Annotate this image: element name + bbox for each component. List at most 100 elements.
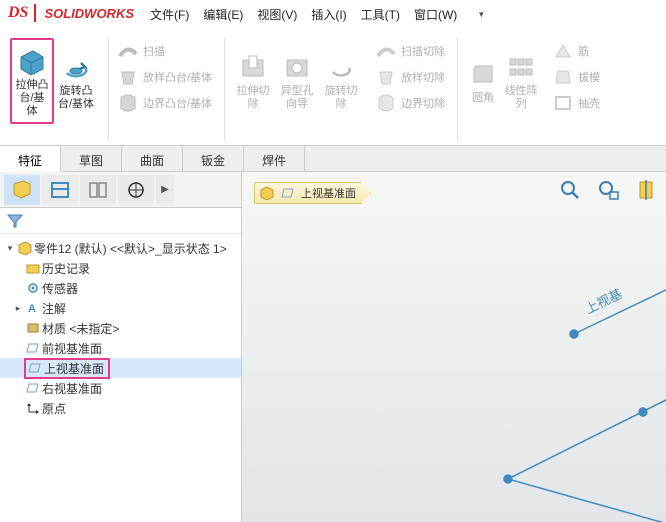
- folder-icon: [24, 260, 42, 276]
- boundary-label: 边界凸台/基体: [143, 98, 212, 111]
- rib-label: 筋: [578, 46, 589, 59]
- filter-icon[interactable]: [6, 213, 24, 229]
- tree-item-right-plane[interactable]: 右视基准面: [0, 378, 241, 398]
- menu-file[interactable]: 文件(F): [150, 6, 189, 23]
- collapse-icon[interactable]: ▾: [4, 243, 16, 254]
- panel-tab-more[interactable]: ▶: [156, 175, 174, 205]
- extrude-label: 拉伸凸台/基体: [14, 79, 50, 118]
- cut-extrude-button[interactable]: 拉伸切除: [231, 38, 275, 124]
- sweep-button[interactable]: 扫描: [115, 38, 167, 64]
- svg-text:A: A: [28, 303, 36, 314]
- panel-tab-property[interactable]: [42, 175, 78, 205]
- loft-button[interactable]: 放样凸台/基体: [115, 64, 214, 90]
- tree-root[interactable]: ▾ 零件12 (默认) <<默认>_显示状态 1>: [0, 238, 241, 258]
- hole-icon: [281, 51, 313, 83]
- sensor-icon: [24, 280, 42, 296]
- menu-insert[interactable]: 插入(I): [311, 6, 346, 23]
- selected-plane-graphic: 上视基: [248, 194, 666, 522]
- main-area: ▶ ▾ 零件12 (默认) <<默认>_显示状态 1> 历史记录 传感器: [0, 172, 666, 522]
- cut-revolve-icon: [325, 51, 357, 83]
- tree-item-annotations[interactable]: ▸ A 注解: [0, 298, 241, 318]
- graphics-viewport[interactable]: 上视基准面 上视基: [242, 172, 666, 522]
- config-icon: [87, 180, 109, 200]
- pattern-label: 线性阵列: [504, 85, 538, 111]
- extrude-boss-button[interactable]: 拉伸凸台/基体: [10, 38, 54, 124]
- menu-window[interactable]: 窗口(W): [414, 6, 457, 23]
- menu-dropdown-icon[interactable]: ▼: [477, 10, 485, 19]
- tab-sketch[interactable]: 草图: [61, 146, 122, 171]
- menu-view[interactable]: 视图(V): [257, 6, 297, 23]
- featuretree-icon: [11, 180, 33, 200]
- tree-label: 历史记录: [42, 260, 90, 277]
- hole-label: 异型孔向导: [277, 85, 317, 111]
- cut-sweep-icon: [375, 40, 397, 62]
- tree-label: 注解: [42, 300, 66, 317]
- tab-sheetmetal[interactable]: 钣金: [183, 146, 244, 171]
- cut-loft-button[interactable]: 放样切除: [373, 64, 447, 90]
- tab-surface[interactable]: 曲面: [122, 146, 183, 171]
- cut-boundary-icon: [375, 92, 397, 114]
- cut-loft-icon: [375, 66, 397, 88]
- menu-edit[interactable]: 编辑(E): [203, 6, 243, 23]
- tree-item-origin[interactable]: 原点: [0, 398, 241, 418]
- tree-item-top-plane[interactable]: 上视基准面: [0, 358, 241, 378]
- linear-pattern-button[interactable]: 线性阵列: [502, 38, 540, 124]
- fillet-icon: [467, 58, 499, 90]
- tree-label: 材质 <未指定>: [42, 320, 119, 337]
- fillet-button[interactable]: 圆角: [464, 38, 502, 124]
- rib-icon: [552, 40, 574, 62]
- annotation-icon: A: [24, 300, 42, 316]
- fillet-label: 圆角: [472, 92, 494, 105]
- command-manager-tabs: 特征 草图 曲面 钣金 焊件: [0, 146, 666, 172]
- property-icon: [49, 180, 71, 200]
- chevron-right-icon: ▶: [161, 184, 169, 195]
- pattern-icon: [505, 51, 537, 83]
- rib-button[interactable]: 筋: [550, 38, 591, 64]
- cut-boundary-button[interactable]: 边界切除: [373, 90, 447, 116]
- boundary-button[interactable]: 边界凸台/基体: [115, 90, 214, 116]
- shell-button[interactable]: 抽壳: [550, 90, 602, 116]
- cut-revolve-button[interactable]: 旋转切除: [319, 38, 363, 124]
- tab-features[interactable]: 特征: [0, 146, 61, 172]
- tree-item-front-plane[interactable]: 前视基准面: [0, 338, 241, 358]
- loft-icon: [117, 66, 139, 88]
- hole-wizard-button[interactable]: 异型孔向导: [275, 38, 319, 124]
- feature-manager-panel: ▶ ▾ 零件12 (默认) <<默认>_显示状态 1> 历史记录 传感器: [0, 172, 242, 522]
- tree-item-sensors[interactable]: 传感器: [0, 278, 241, 298]
- panel-tab-dimxpert[interactable]: [118, 175, 154, 205]
- cut-extrude-label: 拉伸切除: [233, 85, 273, 111]
- panel-tab-featuretree[interactable]: [4, 175, 40, 205]
- menu-bar: 文件(F) 编辑(E) 视图(V) 插入(I) 工具(T) 窗口(W) ▼: [0, 3, 485, 25]
- draft-label: 拔模: [578, 72, 600, 85]
- menu-tools[interactable]: 工具(T): [361, 6, 400, 23]
- cut-sweep-button[interactable]: 扫描切除: [373, 38, 447, 64]
- tree-label: 原点: [42, 400, 66, 417]
- draft-button[interactable]: 拔模: [550, 64, 602, 90]
- draft-icon: [552, 66, 574, 88]
- shell-icon: [552, 92, 574, 114]
- cut-sweep-label: 扫描切除: [401, 46, 445, 59]
- ribbon: 拉伸凸台/基体 旋转凸台/基体 扫描 放样凸台/基体 边界凸台/基体 拉伸切除: [0, 26, 666, 146]
- boundary-icon: [117, 92, 139, 114]
- tree-item-history[interactable]: 历史记录: [0, 258, 241, 278]
- part-icon: [16, 240, 34, 256]
- cut-extrude-icon: [237, 51, 269, 83]
- plane-icon: [24, 340, 42, 356]
- loft-label: 放样凸台/基体: [143, 72, 212, 85]
- revolve-boss-button[interactable]: 旋转凸台/基体: [54, 38, 98, 124]
- tree-label: 传感器: [42, 280, 78, 297]
- tab-weldment[interactable]: 焊件: [244, 146, 305, 171]
- shell-label: 抽壳: [578, 98, 600, 111]
- tree-item-material[interactable]: 材质 <未指定>: [0, 318, 241, 338]
- panel-tab-config[interactable]: [80, 175, 116, 205]
- tree-root-label: 零件12 (默认) <<默认>_显示状态 1>: [34, 240, 227, 257]
- revolve-icon: [60, 51, 92, 83]
- material-icon: [24, 320, 42, 336]
- expand-icon[interactable]: ▸: [12, 303, 24, 314]
- cut-loft-label: 放样切除: [401, 72, 445, 85]
- extrude-icon: [16, 45, 48, 77]
- panel-header-tabs: ▶: [0, 172, 241, 208]
- cut-revolve-label: 旋转切除: [321, 85, 361, 111]
- dimxpert-icon: [125, 180, 147, 200]
- plane-icon: [26, 360, 44, 376]
